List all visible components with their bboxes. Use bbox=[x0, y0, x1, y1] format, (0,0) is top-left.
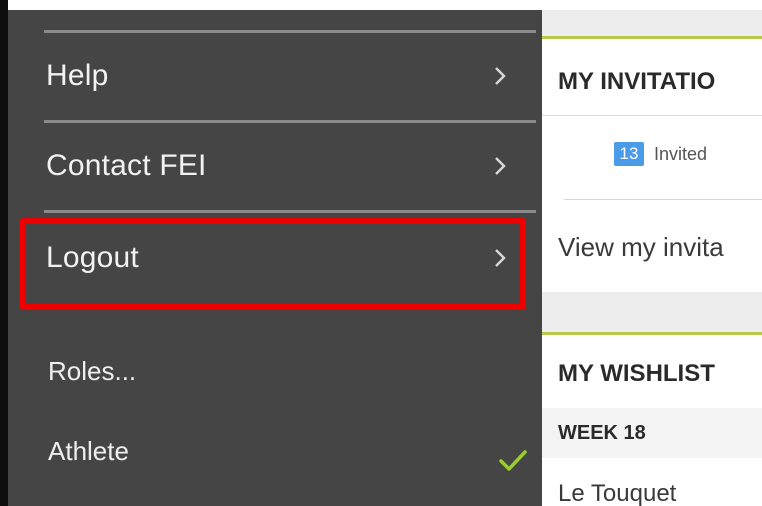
menu-divider bbox=[44, 210, 536, 213]
wishlist-card: MY WISHLIST WEEK 18 Le Touquet bbox=[542, 332, 762, 506]
card-accent-bar bbox=[542, 332, 762, 335]
card-accent-bar bbox=[542, 36, 762, 39]
view-invitations-link[interactable]: View my invita bbox=[558, 232, 724, 263]
invitations-title: MY INVITATIO bbox=[558, 68, 716, 95]
wishlist-event-item[interactable]: Le Touquet bbox=[558, 480, 676, 506]
invited-label: Invited bbox=[654, 144, 708, 164]
chevron-right-icon bbox=[495, 67, 506, 85]
role-item-athlete[interactable]: Athlete bbox=[48, 436, 129, 467]
logout-highlight-box bbox=[20, 218, 526, 310]
menu-item-help[interactable]: Help bbox=[8, 33, 542, 119]
menu-item-contact-fei[interactable]: Contact FEI bbox=[8, 123, 542, 209]
main-content: MY INVITATIO 13 Invited View my invita M… bbox=[542, 10, 762, 506]
card-divider bbox=[564, 199, 762, 200]
week-header: WEEK 18 bbox=[542, 408, 762, 458]
invited-count-badge: 13 bbox=[614, 142, 644, 166]
left-frame bbox=[0, 0, 8, 506]
menu-item-label: Contact FEI bbox=[46, 149, 207, 182]
menu-item-label: Help bbox=[46, 59, 109, 92]
week-label: WEEK 18 bbox=[558, 422, 646, 444]
roles-heading: Roles... bbox=[48, 356, 137, 386]
chevron-right-icon bbox=[495, 157, 506, 175]
invitations-card: MY INVITATIO 13 Invited View my invita bbox=[542, 36, 762, 292]
top-frame bbox=[0, 0, 762, 10]
wishlist-title: MY WISHLIST bbox=[558, 360, 715, 387]
checkmark-icon bbox=[499, 450, 527, 471]
card-header-divider bbox=[542, 115, 762, 116]
